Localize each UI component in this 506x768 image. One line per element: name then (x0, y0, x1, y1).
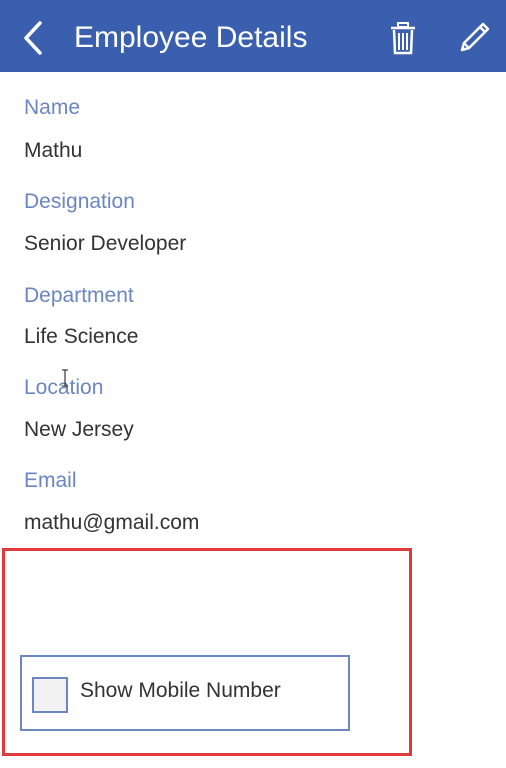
location-value: New Jersey (24, 418, 134, 441)
delete-button[interactable] (386, 20, 420, 56)
name-value: Mathu (24, 139, 83, 162)
text-cursor-icon (60, 368, 70, 388)
page-title: Employee Details (74, 21, 308, 54)
email-label: Email (24, 469, 77, 492)
trash-icon (391, 22, 415, 55)
email-value: mathu@gmail.com (24, 511, 200, 534)
chevron-left-icon (24, 21, 42, 55)
edit-button[interactable] (456, 18, 494, 56)
department-label: Department (24, 284, 134, 307)
pencil-icon (460, 22, 490, 52)
designation-label: Designation (24, 190, 135, 213)
designation-value: Senior Developer (24, 232, 187, 255)
name-label: Name (24, 96, 81, 119)
department-value: Life Science (24, 325, 139, 348)
back-button[interactable] (18, 20, 50, 56)
show-mobile-number-label: Show Mobile Number (80, 679, 281, 702)
header-bar: Employee Details (0, 0, 506, 72)
show-mobile-number-toggle[interactable]: Show Mobile Number (20, 655, 350, 731)
show-mobile-number-checkbox[interactable] (32, 677, 68, 713)
employee-details-screen: Employee Details Name Mathu Designation … (0, 0, 506, 768)
